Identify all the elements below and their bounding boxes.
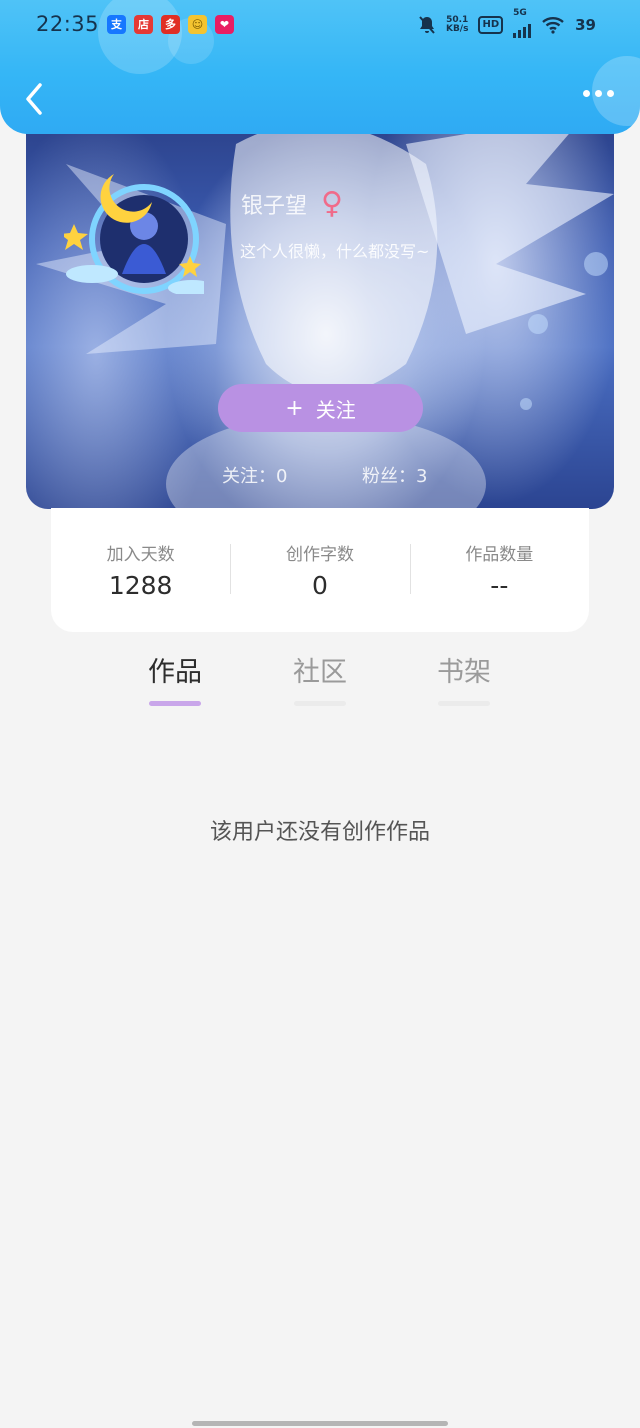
follow-button[interactable]: + 关注: [218, 384, 423, 432]
tab-label: 书架: [437, 657, 491, 688]
signal-icon: 5G: [513, 8, 532, 38]
stat-label: 作品数量: [465, 545, 534, 565]
mute-bell-icon: [419, 16, 435, 34]
stats-card: 加入天数 1288 创作字数 0 作品数量 --: [51, 508, 589, 632]
stat-label: 创作字数: [285, 545, 354, 565]
stat-value: 1288: [108, 571, 173, 600]
plus-icon: +: [285, 395, 304, 421]
home-indicator[interactable]: [192, 1421, 448, 1426]
dot-icon: [595, 90, 602, 97]
stat-works-count: 作品数量 --: [409, 540, 589, 600]
user-bio: 这个人很懒，什么都没写~: [240, 242, 430, 261]
tab-indicator: [149, 701, 201, 706]
tab-works[interactable]: 作品: [125, 650, 225, 706]
stat-label: 加入天数: [106, 545, 175, 565]
more-options-button[interactable]: [583, 90, 614, 97]
dot-icon: [607, 90, 614, 97]
tab-community[interactable]: 社区: [270, 650, 370, 706]
tab-indicator: [438, 701, 490, 706]
follow-button-label: 关注: [315, 397, 356, 422]
username: 银子望: [241, 194, 308, 219]
tab-bookshelf[interactable]: 书架: [414, 650, 514, 706]
chevron-left-icon: [26, 83, 42, 115]
pdd-icon: 多: [161, 15, 180, 34]
stat-value: 0: [312, 571, 328, 600]
chat-icon: ☺: [188, 15, 207, 34]
avatar-frame: [60, 174, 216, 296]
profile-banner: 银子望 ♀ 这个人很懒，什么都没写~ + 关注 关注：0 粉丝：3: [26, 104, 614, 509]
tab-label: 社区: [293, 657, 347, 688]
battery-level: 39: [575, 16, 596, 34]
hd-badge: HD: [478, 16, 504, 34]
shop-icon: 店: [134, 15, 153, 34]
net-speed: 50.1 KB/s: [445, 15, 469, 34]
top-header: 22:35 支 店 多 ☺ ❤ 50.1 KB/s HD 5G 39: [0, 0, 640, 134]
wifi-icon: [542, 17, 564, 34]
followers-count[interactable]: 粉丝：3: [362, 462, 427, 488]
profile-tabs: 作品 社区 书架: [0, 650, 640, 710]
stat-value: --: [490, 571, 509, 600]
stat-join-days: 加入天数 1288: [51, 540, 230, 600]
female-gender-icon: ♀: [321, 186, 343, 221]
tab-indicator: [294, 701, 346, 706]
stat-word-count: 创作字数 0: [230, 540, 409, 600]
tab-label: 作品: [148, 657, 202, 688]
status-indicators: 50.1 KB/s HD 5G 39: [418, 8, 596, 38]
alipay-icon: 支: [107, 15, 126, 34]
status-time: 22:35: [36, 12, 100, 36]
dot-icon: [583, 90, 590, 97]
heart-app-icon: ❤: [215, 15, 234, 34]
back-button[interactable]: [20, 80, 50, 118]
username-row: 银子望 ♀: [241, 188, 343, 220]
following-count[interactable]: 关注：0: [222, 462, 287, 488]
avatar[interactable]: [60, 144, 216, 296]
empty-state-message: 该用户还没有创作作品: [209, 820, 430, 845]
